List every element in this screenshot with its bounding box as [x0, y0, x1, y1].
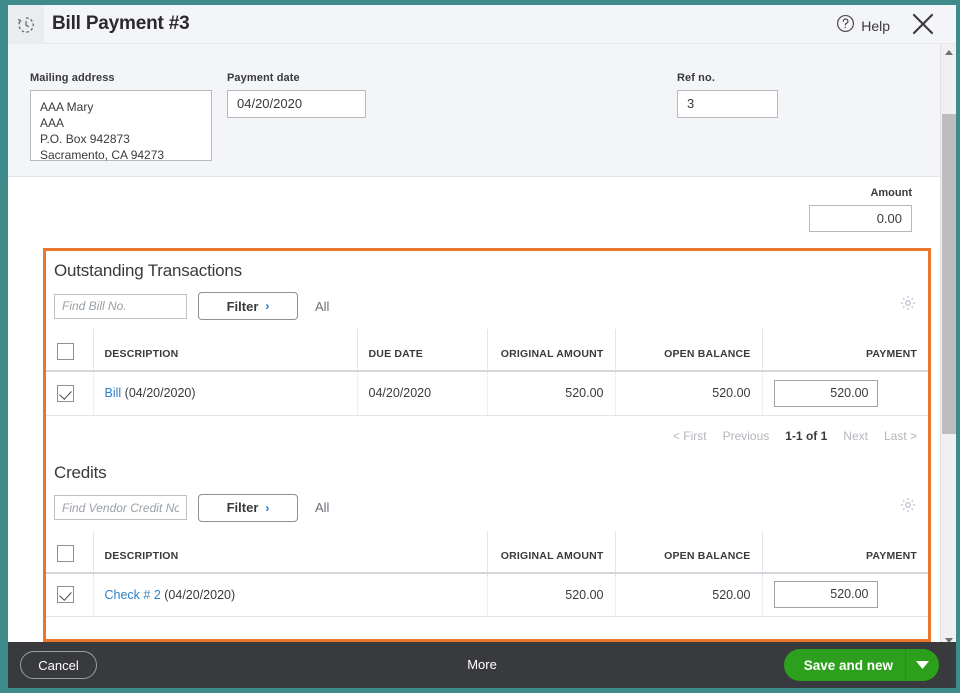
more-button[interactable]: More — [467, 657, 497, 672]
column-header-open-balance: OPEN BALANCE — [615, 530, 763, 573]
table-row: Bill (04/20/2020) 04/20/2020 520.00 520.… — [46, 371, 928, 416]
credits-select-all-checkbox[interactable] — [57, 544, 74, 562]
column-header-payment: PAYMENT — [866, 348, 917, 360]
outstanding-row-checkbox[interactable] — [57, 384, 74, 402]
save-and-new-button-group[interactable]: Save and new — [783, 649, 939, 681]
outstanding-transactions-section: Outstanding Transactions Filter › All — [46, 251, 928, 443]
credits-row-description-link[interactable]: Check # 2 — [105, 588, 161, 602]
column-header-open-balance: OPEN BALANCE — [615, 329, 763, 371]
table-row: Check # 2 (04/20/2020) 520.00 520.00 520… — [46, 572, 928, 617]
filter-label: Filter — [226, 298, 259, 314]
column-header-original-amount: ORIGINAL AMOUNT — [487, 530, 616, 573]
mailing-address-line: Sacramento, CA 94273 — [40, 148, 165, 162]
question-circle-icon — [836, 14, 855, 38]
credits-row-description: Check # 2 (04/20/2020) — [93, 572, 488, 617]
pagination-next[interactable]: Next — [843, 429, 868, 443]
pagination-previous[interactable]: Previous — [723, 429, 770, 443]
credits-row-original-amount: 520.00 — [487, 572, 616, 617]
credits-gear-icon[interactable] — [899, 496, 917, 519]
page-title: Bill Payment #3 — [52, 13, 190, 34]
outstanding-transactions-title: Outstanding Transactions — [54, 261, 242, 280]
find-vendor-credit-no-input[interactable] — [54, 495, 187, 520]
caret-down-icon[interactable] — [905, 649, 939, 681]
credits-row-open-balance: 520.00 — [615, 572, 763, 617]
credits-filter-row: Filter › All — [54, 493, 928, 522]
application-frame: Bill Payment #3 Help Mailing address AAA… — [0, 0, 960, 693]
column-header-original-amount: ORIGINAL AMOUNT — [487, 329, 616, 371]
outstanding-filter-button[interactable]: Filter › — [198, 292, 298, 320]
chevron-right-icon: › — [265, 299, 270, 313]
cancel-button[interactable]: Cancel — [20, 651, 97, 679]
transactions-highlight-region: Outstanding Transactions Filter › All — [43, 248, 931, 642]
mailing-address-label: Mailing address — [30, 72, 115, 84]
help-label: Help — [861, 18, 890, 34]
scrollbar-thumb[interactable] — [942, 114, 956, 434]
credits-select-all-cell — [46, 530, 94, 573]
filter-label: Filter — [226, 500, 259, 515]
outstanding-select-all-cell — [46, 329, 94, 371]
scroll-up-arrow-icon[interactable] — [941, 44, 956, 61]
dialog-title-bar: Bill Payment #3 Help — [8, 5, 956, 44]
outstanding-row-description: Bill (04/20/2020) — [93, 371, 358, 416]
mailing-address-line: AAA — [40, 116, 65, 130]
outstanding-row-due-date: 04/20/2020 — [357, 371, 488, 416]
outstanding-row-original-amount: 520.00 — [487, 371, 616, 416]
table-header-row: DESCRIPTION ORIGINAL AMOUNT OPEN BALANCE… — [46, 530, 928, 573]
mailing-address-field-group: Mailing address AAA Mary AAA P.O. Box 94… — [30, 72, 212, 162]
chevron-right-icon: › — [265, 500, 270, 515]
credits-filter-button[interactable]: Filter › — [198, 493, 298, 522]
amount-input[interactable]: 0.00 — [809, 205, 912, 232]
column-header-payment: PAYMENT — [866, 549, 917, 562]
ref-no-field-group: Ref no. 3 — [677, 72, 778, 118]
credits-title: Credits — [54, 462, 107, 482]
vertical-scrollbar[interactable] — [940, 44, 956, 649]
table-header-row: DESCRIPTION DUE DATE ORIGINAL AMOUNT OPE… — [46, 329, 928, 371]
outstanding-filter-row: Filter › All — [54, 292, 928, 320]
credits-row-description-date: (04/20/2020) — [164, 587, 236, 602]
payment-date-field-group: Payment date 04/20/2020 — [227, 72, 366, 118]
credits-table: DESCRIPTION ORIGINAL AMOUNT OPEN BALANCE… — [46, 530, 928, 617]
help-button[interactable]: Help — [836, 14, 890, 38]
outstanding-row-description-link[interactable]: Bill — [105, 386, 122, 400]
close-x-icon[interactable] — [910, 11, 936, 37]
payment-date-input[interactable]: 04/20/2020 — [227, 90, 366, 118]
outstanding-row-payment-cell: 520.00 — [762, 371, 928, 416]
outstanding-pagination: < First Previous 1-1 of 1 Next Last > — [46, 416, 928, 443]
dialog-footer-bar: Cancel More Save and new — [8, 642, 956, 688]
outstanding-row-payment-input[interactable]: 520.00 — [773, 379, 878, 407]
outstanding-row-open-balance: 520.00 — [615, 371, 763, 416]
column-header-due-date: DUE DATE — [357, 329, 488, 371]
credits-row-checkbox[interactable] — [57, 586, 74, 604]
payment-date-label: Payment date — [227, 72, 300, 84]
column-header-description: DESCRIPTION — [93, 329, 358, 371]
column-header-description: DESCRIPTION — [93, 530, 488, 573]
amount-field-group: Amount 0.00 — [809, 187, 912, 232]
mailing-address-textarea[interactable]: AAA Mary AAA P.O. Box 942873 Sacramento,… — [30, 90, 212, 162]
pagination-last[interactable]: Last > — [884, 429, 917, 443]
bill-payment-dialog: Bill Payment #3 Help Mailing address AAA… — [8, 5, 956, 688]
credits-row-payment-cell: 520.00 — [762, 572, 928, 617]
credits-row-select-cell — [46, 572, 94, 617]
outstanding-gear-icon[interactable] — [899, 294, 917, 317]
outstanding-row-description-date: (04/20/2020) — [124, 386, 196, 401]
outstanding-select-all-checkbox[interactable] — [57, 343, 74, 360]
pagination-first[interactable]: < First — [673, 429, 707, 443]
outstanding-transactions-table: DESCRIPTION DUE DATE ORIGINAL AMOUNT OPE… — [46, 329, 928, 416]
recurring-clock-icon[interactable] — [8, 5, 44, 44]
credits-section: Credits Filter › All — [46, 443, 928, 617]
ref-no-input[interactable]: 3 — [677, 90, 778, 118]
credits-filter-all-label: All — [315, 500, 330, 515]
amount-label: Amount — [870, 187, 912, 199]
outstanding-row-select-cell — [46, 371, 94, 416]
save-and-new-button[interactable]: Save and new — [784, 649, 905, 681]
credits-row-payment-input[interactable]: 520.00 — [773, 581, 878, 609]
mailing-address-line: AAA Mary — [40, 100, 94, 114]
ref-no-label: Ref no. — [677, 72, 715, 84]
mailing-address-line: P.O. Box 942873 — [40, 132, 130, 146]
payment-header-form: Mailing address AAA Mary AAA P.O. Box 94… — [8, 44, 956, 177]
pagination-range: 1-1 of 1 — [785, 428, 828, 443]
find-bill-no-input[interactable] — [54, 293, 187, 319]
outstanding-filter-all-label: All — [315, 298, 330, 314]
